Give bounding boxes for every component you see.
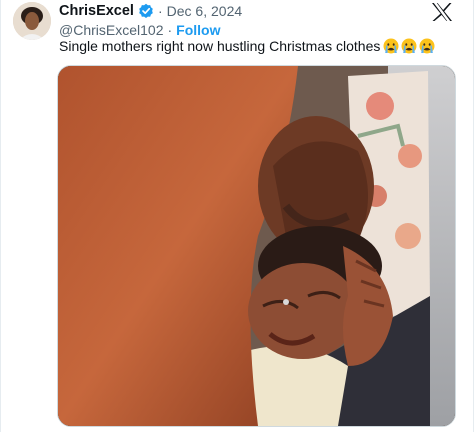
tweet-text-line: Single mothers right now hustling Christ… xyxy=(59,38,435,54)
x-logo-icon[interactable] xyxy=(431,2,453,22)
follow-button[interactable]: Follow xyxy=(176,22,220,38)
tweet-media-photo[interactable] xyxy=(57,65,456,427)
handle-line: @ChrisExcel102 · Follow xyxy=(59,21,220,39)
verified-badge-icon xyxy=(138,3,154,19)
separator: · xyxy=(157,3,163,19)
emoji-group xyxy=(383,38,435,54)
display-name[interactable]: ChrisExcel xyxy=(59,3,134,19)
crying-face-emoji xyxy=(401,38,417,54)
crying-face-emoji xyxy=(383,38,399,54)
user-handle[interactable]: @ChrisExcel102 xyxy=(59,22,163,38)
crying-face-emoji xyxy=(419,38,435,54)
tweet-card: ChrisExcel · Dec 6, 2024 @ChrisExcel102 … xyxy=(0,0,474,432)
tweet-date[interactable]: Dec 6, 2024 xyxy=(167,3,243,19)
follow-separator: · xyxy=(167,22,173,38)
tweet-text: Single mothers right now hustling Christ… xyxy=(59,38,381,54)
author-line: ChrisExcel · Dec 6, 2024 xyxy=(59,2,242,20)
avatar[interactable] xyxy=(13,2,51,40)
